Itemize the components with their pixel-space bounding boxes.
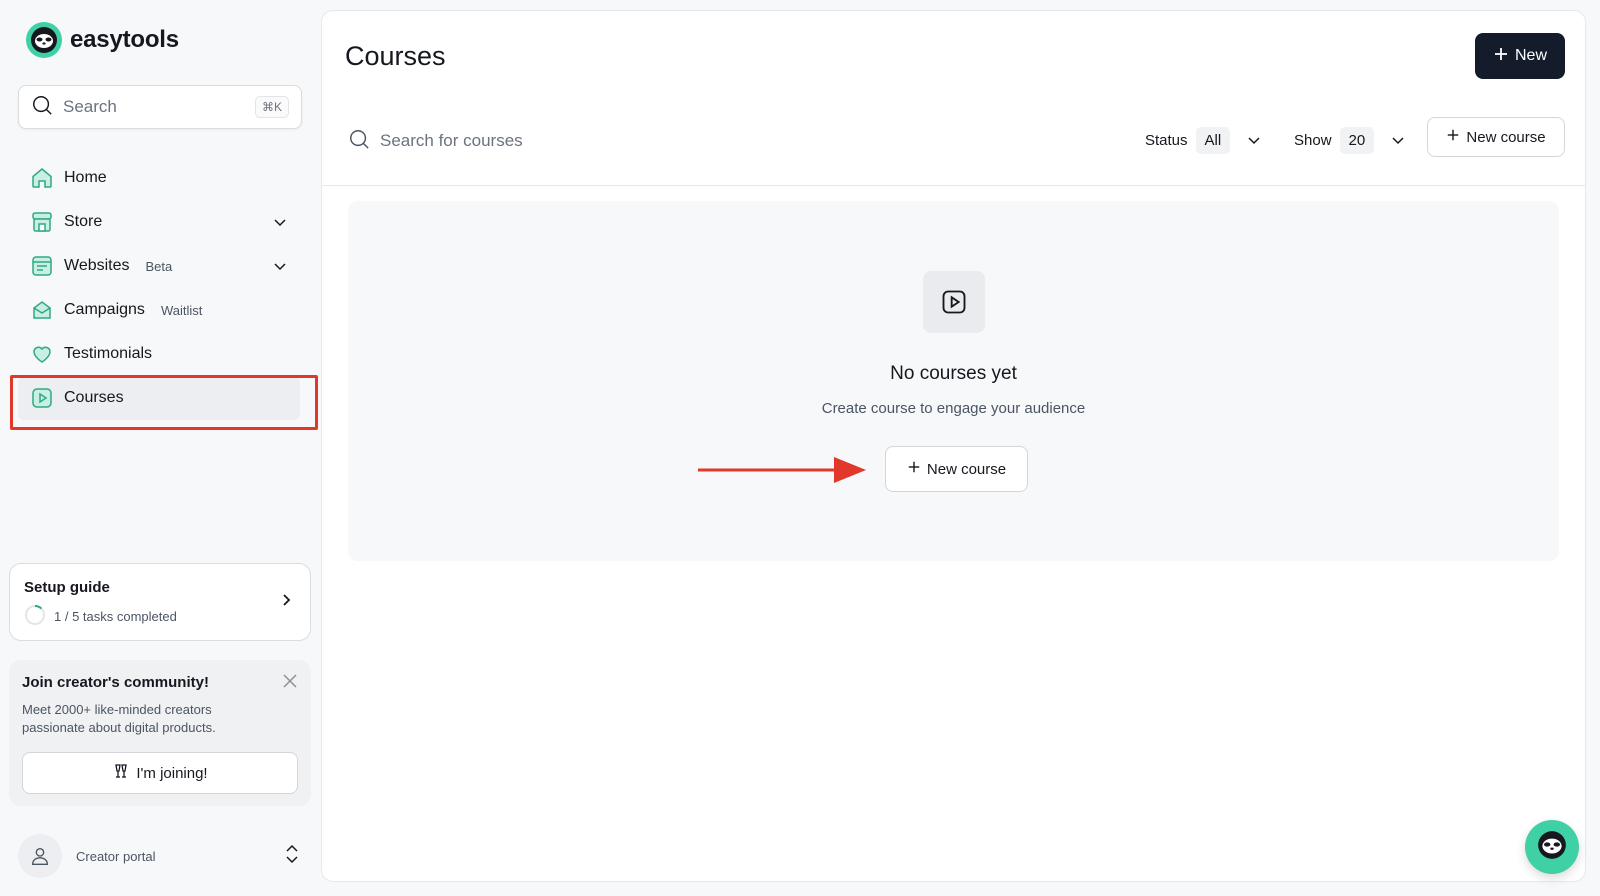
empty-state-button-label: New course (926, 460, 1007, 478)
empty-state-title: No courses yet (890, 363, 1017, 384)
new-course-button-label: New course (1466, 128, 1546, 146)
show-filter[interactable]: Show 20 (1294, 122, 1406, 158)
community-card: Join creator's community! Meet 2000+ lik… (9, 660, 311, 806)
sidebar-item-label: Testimonials (64, 345, 153, 362)
sidebar-search-placeholder: Search (63, 97, 117, 116)
sidebar-item-campaigns[interactable]: Campaigns Waitlist (18, 288, 300, 332)
chevron-down-icon (1246, 132, 1262, 148)
sidebar-item-testimonials[interactable]: Testimonials (18, 332, 300, 376)
setup-guide-title: Setup guide (24, 579, 110, 596)
sidebar-item-label: Websites (64, 257, 130, 274)
brand[interactable]: easytools (26, 22, 179, 58)
empty-state: No courses yet Create course to engage y… (348, 201, 1559, 561)
plus-icon (907, 460, 921, 478)
beta-badge: Beta (145, 258, 173, 274)
websites-icon (30, 254, 54, 278)
new-course-button[interactable]: New course (1427, 117, 1565, 157)
sloth-chat-icon (1536, 829, 1568, 866)
sidebar-item-home[interactable]: Home (18, 156, 300, 200)
sidebar: easytools Search ⌘K Home Store Websites … (0, 0, 320, 896)
sidebar-item-label: Home (64, 169, 107, 186)
chat-support-button[interactable] (1525, 820, 1579, 874)
show-filter-label: Show (1294, 131, 1332, 149)
status-filter-value: All (1195, 126, 1231, 154)
shortcut-badge: ⌘K (254, 96, 289, 118)
page-title: Courses (345, 41, 446, 71)
chevron-right-icon (278, 592, 294, 613)
sloth-logo-icon (26, 22, 62, 58)
empty-state-new-course-button[interactable]: New course (885, 446, 1028, 492)
sidebar-item-courses[interactable]: Courses (18, 376, 300, 420)
new-button-label: New (1514, 47, 1547, 64)
chevron-up-down-icon (284, 844, 300, 869)
setup-guide-card[interactable]: Setup guide 1 / 5 tasks completed (9, 563, 311, 641)
sidebar-item-label: Store (64, 213, 103, 230)
status-filter[interactable]: Status All (1145, 122, 1262, 158)
store-icon (30, 210, 54, 234)
sidebar-search-input[interactable]: Search ⌘K (18, 85, 302, 129)
join-community-button[interactable]: I'm joining! (22, 752, 298, 794)
course-search-input[interactable]: Search for courses (348, 126, 523, 156)
new-button[interactable]: New (1475, 33, 1565, 79)
chevron-down-icon[interactable] (272, 258, 288, 274)
heart-icon (30, 342, 54, 366)
status-filter-label: Status (1145, 131, 1188, 149)
chevron-down-icon (1390, 132, 1406, 148)
main-panel: Courses New Search for courses Status Al… (321, 10, 1586, 882)
sidebar-nav: Home Store Websites Beta Campaigns Waitl… (18, 156, 300, 420)
avatar (18, 834, 62, 878)
plus-icon (1446, 128, 1460, 146)
chevron-down-icon[interactable] (272, 214, 288, 230)
home-icon (30, 166, 54, 190)
close-icon[interactable] (281, 672, 299, 695)
sidebar-item-label: Courses (64, 389, 124, 406)
plus-icon (1493, 46, 1509, 67)
empty-state-subtitle: Create course to engage your audience (821, 400, 1086, 417)
setup-guide-progress: 1 / 5 tasks completed (54, 609, 177, 624)
brand-name: easytools (70, 26, 179, 53)
sidebar-item-websites[interactable]: Websites Beta (18, 244, 300, 288)
community-text: Meet 2000+ like-minded creators passiona… (22, 702, 216, 735)
progress-ring-icon (24, 604, 46, 629)
search-icon (31, 94, 53, 121)
annotation-arrow-icon (698, 457, 866, 483)
community-title: Join creator's community! (22, 674, 209, 691)
creator-portal-switcher[interactable]: Creator portal (18, 834, 300, 878)
search-icon (348, 128, 370, 155)
show-filter-value: 20 (1339, 126, 1375, 154)
courses-icon (30, 386, 54, 410)
toast-glasses-icon (112, 762, 130, 784)
portal-label: Creator portal (76, 848, 156, 864)
waitlist-badge: Waitlist (160, 302, 203, 318)
campaigns-icon (30, 298, 54, 322)
course-search-placeholder: Search for courses (380, 131, 523, 150)
join-button-label: I'm joining! (136, 764, 208, 782)
sidebar-item-store[interactable]: Store (18, 200, 300, 244)
sidebar-item-label: Campaigns (64, 301, 145, 318)
play-square-icon (923, 271, 985, 333)
courses-toolbar: Search for courses Status All Show 20 Ne… (322, 116, 1585, 186)
